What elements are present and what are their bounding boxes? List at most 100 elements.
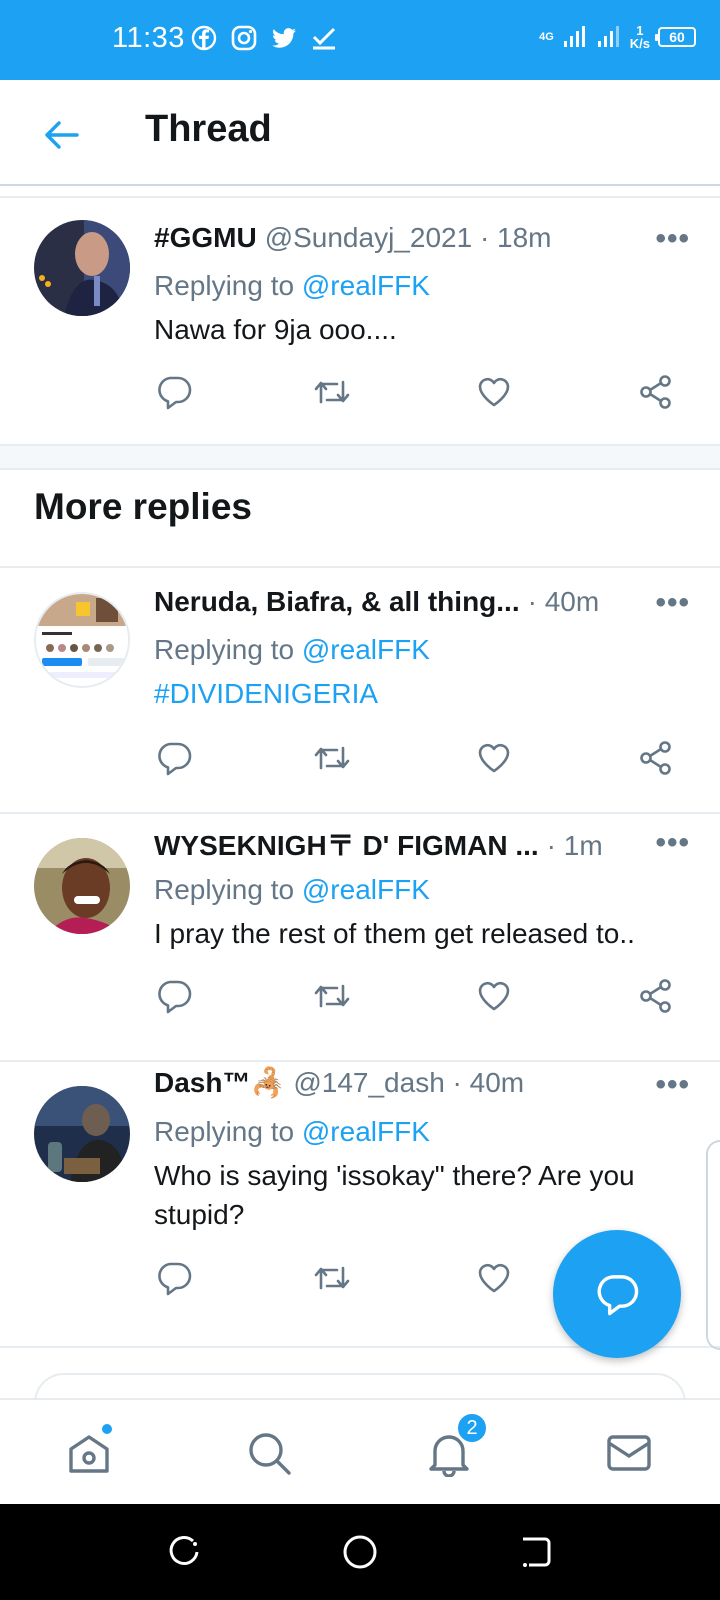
- twitter-icon: [272, 28, 296, 48]
- tweet-item[interactable]: WYSEKNIGH〒 D' FIGMAN ... · 1m ••• Replyi…: [0, 814, 720, 1058]
- display-name[interactable]: #GGMU: [154, 222, 257, 254]
- nav-home[interactable]: [62, 1422, 116, 1480]
- handle-time: · 1m: [546, 830, 603, 861]
- more-options-button[interactable]: •••: [655, 222, 690, 256]
- handle-time: · 40m: [527, 586, 600, 617]
- mention-link[interactable]: @realFFK: [302, 874, 430, 905]
- retweet-button[interactable]: [312, 372, 352, 412]
- check-icon: [312, 27, 336, 50]
- tweet-actions: [154, 976, 684, 1020]
- home-system-button[interactable]: [340, 1532, 380, 1572]
- tweet-header: WYSEKNIGH〒 D' FIGMAN ... · 1m: [154, 824, 720, 861]
- tweet-header: Dash™🦂 @147_dash · 40m: [154, 1066, 720, 1102]
- display-name[interactable]: WYSEKNIGH〒 D' FIGMAN ...: [154, 824, 539, 864]
- status-right: 4G 1 K/s 60: [539, 24, 696, 50]
- replying-prefix: Replying to: [154, 1116, 295, 1147]
- nav-search[interactable]: [242, 1426, 296, 1480]
- handle-time: @147_dash · 40m: [293, 1067, 525, 1098]
- instagram-icon: [231, 25, 257, 51]
- tweet-actions: [154, 372, 684, 416]
- retweet-button[interactable]: [312, 976, 352, 1016]
- more-options-button[interactable]: •••: [655, 826, 690, 860]
- recent-apps-button[interactable]: [164, 1532, 204, 1572]
- nav-messages[interactable]: [602, 1426, 656, 1480]
- reply-button[interactable]: [154, 1258, 194, 1298]
- circle-home-icon: [343, 1535, 377, 1569]
- more-options-button[interactable]: •••: [655, 586, 690, 620]
- back-button[interactable]: [36, 110, 86, 160]
- mention-link[interactable]: @realFFK: [302, 634, 430, 665]
- display-name[interactable]: Dash™🦂: [154, 1066, 285, 1099]
- bottom-navigation: 2: [0, 1398, 720, 1504]
- replying-to: Replying to @realFFK: [154, 634, 430, 666]
- tweet-text: Nawa for 9ja ooo....: [154, 314, 397, 345]
- battery-icon: 60: [655, 27, 696, 47]
- retweet-icon: [314, 1266, 350, 1290]
- tweet-text[interactable]: #DIVIDENIGERIA: [154, 674, 684, 713]
- handle-time: @Sundayj_2021 · 18m: [264, 222, 552, 253]
- share-button[interactable]: [636, 372, 676, 412]
- reply-icon: [597, 1275, 639, 1316]
- tweet-item[interactable]: Neruda, Biafra, & all thing... · 40m •••…: [0, 568, 720, 812]
- reply-icon: [158, 376, 192, 410]
- home-new-dot: [100, 1422, 114, 1436]
- notifications-badge: 2: [456, 1412, 488, 1444]
- replying-prefix: Replying to: [154, 634, 295, 665]
- more-options-button[interactable]: •••: [655, 1068, 690, 1102]
- signal-icon: [563, 26, 585, 47]
- mention-link[interactable]: @realFFK: [302, 270, 430, 301]
- back-system-button[interactable]: [516, 1532, 556, 1572]
- tweet-text: Who is saying 'issokay" there? Are you s…: [154, 1160, 635, 1230]
- page-title: Thread: [145, 108, 272, 150]
- like-button[interactable]: [474, 372, 514, 412]
- reply-button[interactable]: [154, 738, 194, 778]
- heart-icon: [478, 743, 510, 773]
- avatar-image: [34, 1086, 130, 1182]
- retweet-button[interactable]: [312, 738, 352, 778]
- like-button[interactable]: [474, 976, 514, 1016]
- share-button[interactable]: [636, 976, 676, 1016]
- tweet-item[interactable]: #GGMU @Sundayj_2021 · 18m ••• Replying t…: [0, 198, 720, 438]
- avatar-image: [34, 838, 130, 934]
- avatar[interactable]: [34, 838, 130, 934]
- signal-icon-2: [597, 26, 619, 47]
- reply-button[interactable]: [154, 976, 194, 1016]
- speed-unit: K/s: [629, 36, 650, 51]
- heart-icon: [478, 377, 510, 407]
- thread-header: Thread: [0, 80, 720, 186]
- replying-to: Replying to @realFFK: [154, 1116, 430, 1148]
- recent-apps-icon: [169, 1536, 199, 1565]
- share-icon: [640, 979, 671, 1013]
- retweet-icon: [314, 746, 350, 770]
- heart-icon: [478, 1263, 510, 1293]
- retweet-icon: [314, 984, 350, 1008]
- system-navigation-bar: [0, 1504, 720, 1600]
- facebook-icon: [191, 25, 217, 51]
- notification-icons: [190, 24, 338, 52]
- avatar-image: [34, 220, 130, 316]
- like-button[interactable]: [474, 738, 514, 778]
- replying-to: Replying to @realFFK: [154, 874, 430, 906]
- tweet-header: Neruda, Biafra, & all thing... · 40m: [154, 586, 720, 622]
- edge-panel-handle[interactable]: [706, 1140, 720, 1350]
- retweet-button[interactable]: [312, 1258, 352, 1298]
- avatar[interactable]: [34, 1086, 130, 1182]
- retweet-icon: [314, 380, 350, 404]
- reply-icon: [158, 742, 192, 776]
- compose-reply-button[interactable]: [553, 1230, 681, 1358]
- tweet-text: I pray the rest of them get released to.…: [154, 918, 635, 949]
- share-icon: [640, 741, 671, 775]
- nav-notifications[interactable]: 2: [422, 1412, 488, 1480]
- reply-button[interactable]: [154, 372, 194, 412]
- like-button[interactable]: [474, 1258, 514, 1298]
- battery-level: 60: [669, 29, 685, 45]
- section-gap: [0, 444, 720, 470]
- share-button[interactable]: [636, 738, 676, 778]
- avatar[interactable]: [34, 220, 130, 316]
- avatar[interactable]: [34, 592, 130, 688]
- heart-icon: [478, 981, 510, 1011]
- mention-link[interactable]: @realFFK: [302, 1116, 430, 1147]
- more-replies-title: More replies: [34, 486, 252, 527]
- display-name[interactable]: Neruda, Biafra, & all thing...: [154, 586, 520, 618]
- avatar-image: [36, 594, 128, 686]
